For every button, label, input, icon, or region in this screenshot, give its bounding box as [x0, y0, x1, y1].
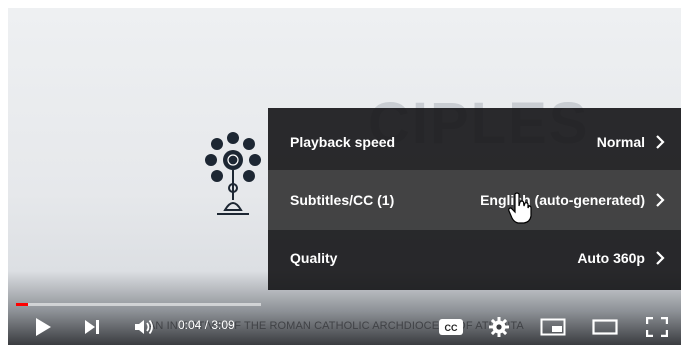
menu-item-value: Normal [596, 134, 645, 150]
menu-item-label: Quality [290, 250, 338, 266]
next-icon [85, 320, 99, 334]
miniplayer-button[interactable] [538, 312, 568, 342]
menu-item-label: Subtitles/CC (1) [290, 192, 395, 208]
miniplayer-icon [540, 318, 566, 336]
archdiocese-logo [205, 132, 261, 215]
menu-item-label: Playback speed [290, 134, 396, 150]
cc-label: CC [445, 323, 458, 333]
chevron-right-icon [655, 170, 665, 230]
chevron-right-icon [655, 228, 665, 288]
menu-item-value: English (auto-generated) [480, 192, 645, 208]
progress-played [16, 303, 29, 306]
hand-cursor-icon [508, 192, 532, 224]
fullscreen-icon [646, 317, 668, 337]
theater-mode-icon [592, 319, 618, 335]
settings-gear-icon [489, 317, 509, 337]
menu-item-quality[interactable]: Quality Auto 360p [268, 228, 681, 288]
play-icon [36, 318, 51, 336]
cc-icon: CC [439, 319, 463, 335]
menu-item-playback-speed[interactable]: Playback speed Normal [268, 112, 681, 172]
settings-button[interactable] [484, 312, 514, 342]
volume-icon [135, 319, 153, 335]
time-display: 0:04 / 3:09 [178, 318, 235, 332]
menu-item-subtitles[interactable]: Subtitles/CC (1) English (auto-generated… [268, 170, 681, 230]
settings-menu: Playback speed Normal Subtitles/CC (1) E… [268, 108, 681, 290]
theater-mode-button[interactable] [590, 312, 620, 342]
subtitles-button[interactable]: CC [436, 312, 466, 342]
chevron-right-icon [655, 112, 665, 172]
next-button[interactable] [80, 312, 106, 342]
progress-bar[interactable] [16, 303, 261, 306]
menu-item-value: Auto 360p [577, 250, 645, 266]
play-button[interactable] [28, 312, 58, 342]
volume-button[interactable] [132, 312, 158, 342]
fullscreen-button[interactable] [642, 312, 672, 342]
